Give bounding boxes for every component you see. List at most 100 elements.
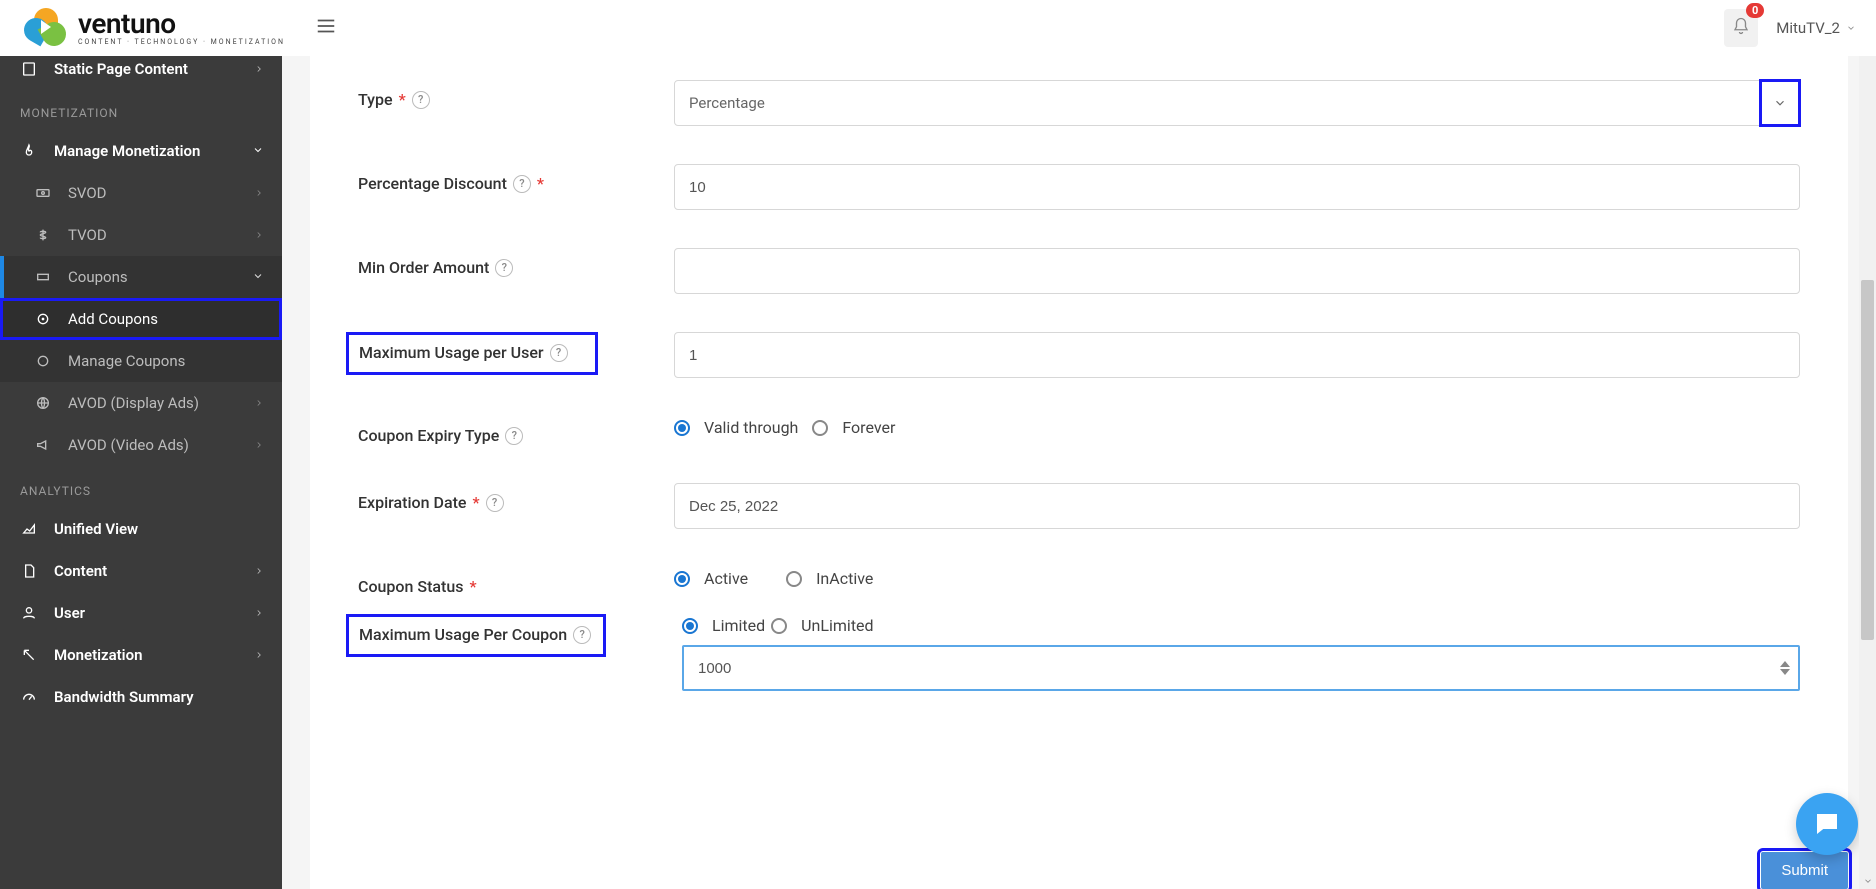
dollar-icon [34,226,52,244]
number-spinner[interactable] [1776,651,1794,685]
help-icon[interactable]: ? [495,259,513,277]
sidebar-item-avod-display[interactable]: AVOD (Display Ads) [0,382,282,424]
sidebar-item-label: Bandwidth Summary [54,688,194,706]
label-expiration-date: Expiration Date * ? [358,483,674,512]
sidebar-item-user-analytics[interactable]: User [0,592,282,634]
cash-icon [34,184,52,202]
label-max-per-coupon: Maximum Usage Per Coupon ? [346,614,606,657]
logo-mark-icon [26,8,66,48]
type-select-value: Percentage [689,94,765,112]
label-expiry-type: Coupon Expiry Type ? [358,416,674,445]
sidebar-item-static-page-content[interactable]: Static Page Content [0,56,282,88]
field-expiration-date [674,483,1800,529]
radio-limited[interactable] [682,618,698,634]
chevron-down-icon [252,268,264,286]
gauge-icon [20,688,38,706]
globe-icon [34,394,52,412]
submit-button[interactable]: Submit [1761,852,1848,889]
sidebar-item-label: Coupons [68,268,128,286]
sidebar-item-label: Manage Monetization [54,142,200,160]
chevron-right-icon [254,604,264,622]
row-expiration-date: Expiration Date * ? [358,483,1800,529]
field-percentage-discount [674,164,1800,210]
chat-launcher[interactable] [1796,793,1858,855]
help-icon[interactable]: ? [550,344,568,362]
brand-logo[interactable]: ventuno CONTENT · TECHNOLOGY · MONETIZAT… [0,8,285,48]
row-min-order: Min Order Amount ? [358,248,1800,294]
radio-inactive[interactable] [786,571,802,587]
required-mark: * [473,493,480,512]
sidebar-item-svod[interactable]: SVOD [0,172,282,214]
sidebar-item-coupons[interactable]: Coupons [0,256,282,298]
max-coupon-input-wrap [682,645,1800,691]
type-select-caret[interactable] [1762,82,1798,124]
active-marker [0,256,4,298]
vertical-scrollbar[interactable] [1859,0,1876,889]
main-content: Type * ? Percentage Percentage Discount … [282,56,1876,889]
page-icon [20,60,38,78]
help-icon[interactable]: ? [513,175,531,193]
field-expiry-type: Valid through Forever [674,416,1800,437]
external-icon [20,646,38,664]
label-text: Maximum Usage Per Coupon [359,625,567,644]
max-per-coupon-input[interactable] [684,647,1798,689]
radio-valid-through[interactable] [674,420,690,436]
radio-unlimited[interactable] [771,618,787,634]
radio-active[interactable] [674,571,690,587]
sidebar-item-label: User [54,604,85,622]
sidebar-item-monetization-analytics[interactable]: Monetization [0,634,282,676]
sidebar-section-analytics: ANALYTICS [0,466,282,508]
min-order-input[interactable] [674,248,1800,294]
radio-label: Forever [842,418,895,437]
max-per-user-input[interactable] [674,332,1800,378]
caret-down-icon [1846,23,1856,33]
sidebar-item-manage-monetization[interactable]: Manage Monetization [0,130,282,172]
app-header: ventuno CONTENT · TECHNOLOGY · MONETIZAT… [0,0,1876,56]
scroll-down-button[interactable] [1859,872,1876,889]
submit-wrap: Submit [1761,852,1848,889]
record-icon [34,352,52,370]
help-icon[interactable]: ? [505,427,523,445]
user-menu[interactable]: MituTV_2 [1776,19,1856,37]
row-type: Type * ? Percentage [358,80,1800,126]
help-icon[interactable]: ? [412,91,430,109]
sidebar-item-tvod[interactable]: TVOD [0,214,282,256]
field-max-per-coupon: Limited UnLimited [682,614,1800,691]
help-icon[interactable]: ? [486,494,504,512]
hamburger-icon [315,15,337,37]
field-coupon-status: Active InActive [674,567,1800,588]
label-text: Maximum Usage per User [359,343,544,362]
sidebar-item-label: Static Page Content [54,60,188,78]
sidebar-item-avod-video[interactable]: AVOD (Video Ads) [0,424,282,466]
chevron-right-icon [254,60,264,78]
sidebar-item-manage-coupons[interactable]: Manage Coupons [0,340,282,382]
percentage-discount-input[interactable] [674,164,1800,210]
required-mark: * [399,90,406,109]
chevron-right-icon [254,184,264,202]
chevron-right-icon [254,562,264,580]
chevron-right-icon [254,226,264,244]
sidebar-item-label: AVOD (Display Ads) [68,394,199,412]
label-text: Percentage Discount [358,174,507,193]
help-icon[interactable]: ? [573,626,591,644]
notifications-button[interactable]: 0 [1724,9,1758,47]
chevron-down-icon [252,142,264,160]
expiration-date-input[interactable] [674,483,1800,529]
menu-toggle-button[interactable] [315,15,337,41]
row-coupon-status: Coupon Status * Active InActive [358,567,1800,596]
row-max-per-user: Maximum Usage per User ? [358,332,1800,378]
sidebar-item-content-analytics[interactable]: Content [0,550,282,592]
sidebar-item-label: TVOD [68,226,107,244]
notification-count-badge: 0 [1746,3,1764,18]
chevron-right-icon [254,436,264,454]
radio-forever[interactable] [812,420,828,436]
ticket-icon [34,268,52,286]
scroll-thumb[interactable] [1861,280,1874,640]
field-min-order [674,248,1800,294]
sidebar-item-unified-view[interactable]: Unified View [0,508,282,550]
sidebar-item-label: Content [54,562,107,580]
brand-text: ventuno CONTENT · TECHNOLOGY · MONETIZAT… [78,10,285,46]
sidebar-item-bandwidth-summary[interactable]: Bandwidth Summary [0,676,282,718]
sidebar-item-add-coupons[interactable]: Add Coupons [0,298,282,340]
type-select[interactable]: Percentage [674,80,1800,126]
